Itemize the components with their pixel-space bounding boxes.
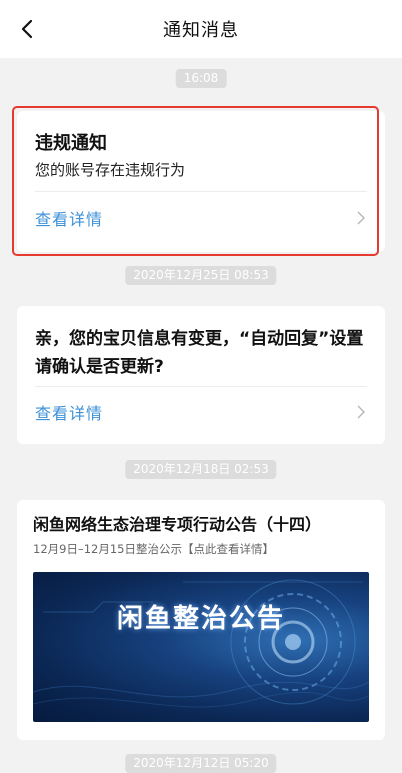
card-title-line: 请确认是否更新?	[35, 357, 164, 377]
divider	[35, 386, 367, 387]
item-change-card[interactable]: 亲，您的宝贝信息有变更，“自动回复”设置 请确认是否更新? 查看详情	[17, 306, 385, 444]
card-subtitle: 您的账号存在违规行为	[35, 161, 186, 179]
view-details-row[interactable]: 查看详情	[35, 392, 367, 432]
top-bar: 通知消息	[0, 0, 402, 58]
card-title: 闲鱼网络生态治理专项行动公告（十四）	[33, 515, 322, 534]
announcement-card[interactable]: 闲鱼网络生态治理专项行动公告（十四） 12月9日–12月15日整治公示【点此查看…	[17, 500, 385, 740]
timestamp: 2020年12月25日 08:53	[125, 266, 277, 285]
timestamp: 16:08	[175, 69, 227, 88]
page-title: 通知消息	[163, 20, 239, 41]
card-subtitle[interactable]: 12月9日–12月15日整治公示【点此查看详情】	[33, 541, 274, 557]
chevron-right-icon	[357, 210, 367, 226]
divider	[35, 191, 367, 192]
announcement-banner-image[interactable]: 闲鱼整治公告	[33, 572, 369, 722]
view-details-link[interactable]: 查看详情	[35, 206, 103, 230]
timestamp: 2020年12月12日 05:20	[125, 754, 277, 773]
banner-graphic	[33, 579, 369, 708]
view-details-link[interactable]: 查看详情	[35, 400, 103, 424]
view-details-row[interactable]: 查看详情	[35, 198, 367, 238]
banner-text: 闲鱼整治公告	[117, 604, 286, 634]
chevron-right-icon	[357, 404, 367, 420]
card-title: 违规通知	[35, 133, 107, 154]
back-arrow-icon	[21, 19, 33, 39]
back-button[interactable]	[14, 16, 40, 42]
violation-notice-card[interactable]: 违规通知 您的账号存在违规行为 查看详情	[17, 111, 385, 252]
timestamp: 2020年12月18日 02:53	[125, 460, 277, 479]
card-title-line: 亲，您的宝贝信息有变更，“自动回复”设置	[35, 329, 364, 349]
